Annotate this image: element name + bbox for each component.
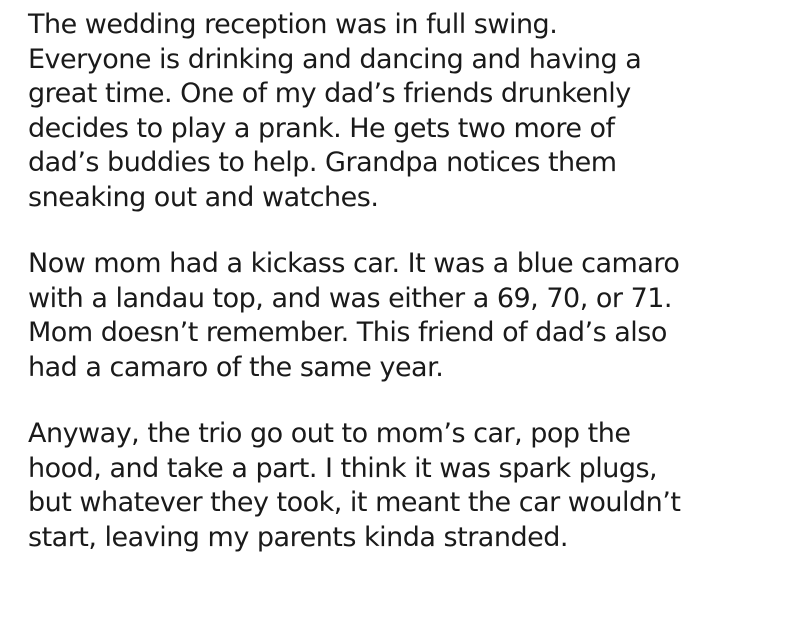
story-text: The wedding reception was in full swing.… [28, 8, 788, 555]
text-line: decides to play a prank. He gets two mor… [28, 112, 615, 144]
text-line: dad’s buddies to help. Grandpa notices t… [28, 147, 617, 178]
text-line: but whatever they took, it meant the car… [28, 487, 681, 518]
paragraph-wedding-reception: The wedding reception was in full swing.… [28, 8, 788, 215]
text-line: great time. One of my dad’s friends drun… [28, 78, 631, 109]
text-line: Anyway, the trio go out to mom’s car, po… [28, 418, 631, 449]
text-line: with a landau top, and was either a 69, … [28, 282, 673, 314]
paragraph-the-prank: Anyway, the trio go out to mom’s car, po… [28, 417, 788, 555]
text-line: start, leaving my parents kinda stranded… [28, 521, 568, 553]
text-line: Mom doesn’t remember. This friend of dad… [28, 317, 667, 348]
text-line: sneaking out and watches. [28, 181, 379, 213]
text-line: Everyone is drinking and dancing and hav… [28, 43, 642, 75]
text-line: Now mom had a kickass car. It was a blue… [28, 248, 680, 279]
text-line: had a camaro of the same year. [28, 351, 444, 383]
paragraph-moms-car: Now mom had a kickass car. It was a blue… [28, 247, 788, 385]
text-line: The wedding reception was in full swing. [28, 9, 558, 40]
text-line: hood, and take a part. I think it was sp… [28, 452, 658, 484]
